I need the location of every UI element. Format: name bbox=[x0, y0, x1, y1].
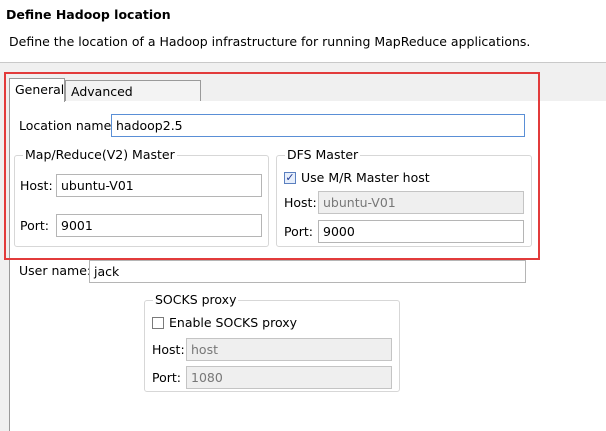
enable-socks-proxy-checkbox[interactable] bbox=[152, 317, 164, 329]
use-mr-master-host-label: Use M/R Master host bbox=[301, 170, 430, 185]
socks-host-input[interactable]: host bbox=[186, 338, 392, 361]
socks-host-label: Host: bbox=[152, 342, 185, 357]
dfs-master-title: DFS Master bbox=[285, 147, 361, 163]
tab-advanced-parameters[interactable]: Advanced parameters bbox=[65, 80, 201, 121]
mapreduce-master-title: Map/Reduce(V2) Master bbox=[23, 147, 177, 163]
location-name-input[interactable]: hadoop2.5 bbox=[111, 114, 525, 137]
general-tab-panel: Location name: hadoop2.5 Map/Reduce(V2) … bbox=[9, 101, 606, 431]
location-name-label: Location name: bbox=[19, 118, 116, 133]
mr-port-input[interactable]: 9001 bbox=[56, 214, 262, 237]
wizard-header: Define Hadoop location Define the locati… bbox=[0, 0, 606, 62]
page-description: Define the location of a Hadoop infrastr… bbox=[9, 34, 531, 49]
socks-proxy-group: SOCKS proxy Enable SOCKS proxy Host: hos… bbox=[144, 292, 400, 392]
user-name-input[interactable]: jack bbox=[89, 260, 526, 283]
mr-host-input[interactable]: ubuntu-V01 bbox=[56, 174, 262, 197]
dfs-host-input[interactable]: ubuntu-V01 bbox=[318, 191, 524, 214]
dfs-master-group: DFS Master ✓ Use M/R Master host Host: u… bbox=[276, 147, 532, 247]
socks-port-label: Port: bbox=[152, 370, 181, 385]
mapreduce-master-group: Map/Reduce(V2) Master Host: ubuntu-V01 P… bbox=[14, 147, 269, 247]
enable-socks-proxy-label: Enable SOCKS proxy bbox=[169, 315, 298, 330]
dfs-port-label: Port: bbox=[284, 224, 313, 239]
socks-proxy-title: SOCKS proxy bbox=[153, 292, 239, 308]
mr-host-label: Host: bbox=[20, 178, 53, 193]
use-mr-master-host-checkbox[interactable]: ✓ bbox=[284, 172, 296, 184]
user-name-label: User name: bbox=[19, 263, 92, 278]
tab-general[interactable]: General bbox=[9, 78, 65, 102]
dfs-host-label: Host: bbox=[284, 195, 317, 210]
dfs-port-input[interactable]: 9000 bbox=[318, 220, 524, 243]
page-title: Define Hadoop location bbox=[6, 7, 171, 22]
socks-port-input[interactable]: 1080 bbox=[186, 366, 392, 389]
header-divider bbox=[0, 62, 606, 63]
mr-port-label: Port: bbox=[20, 218, 49, 233]
